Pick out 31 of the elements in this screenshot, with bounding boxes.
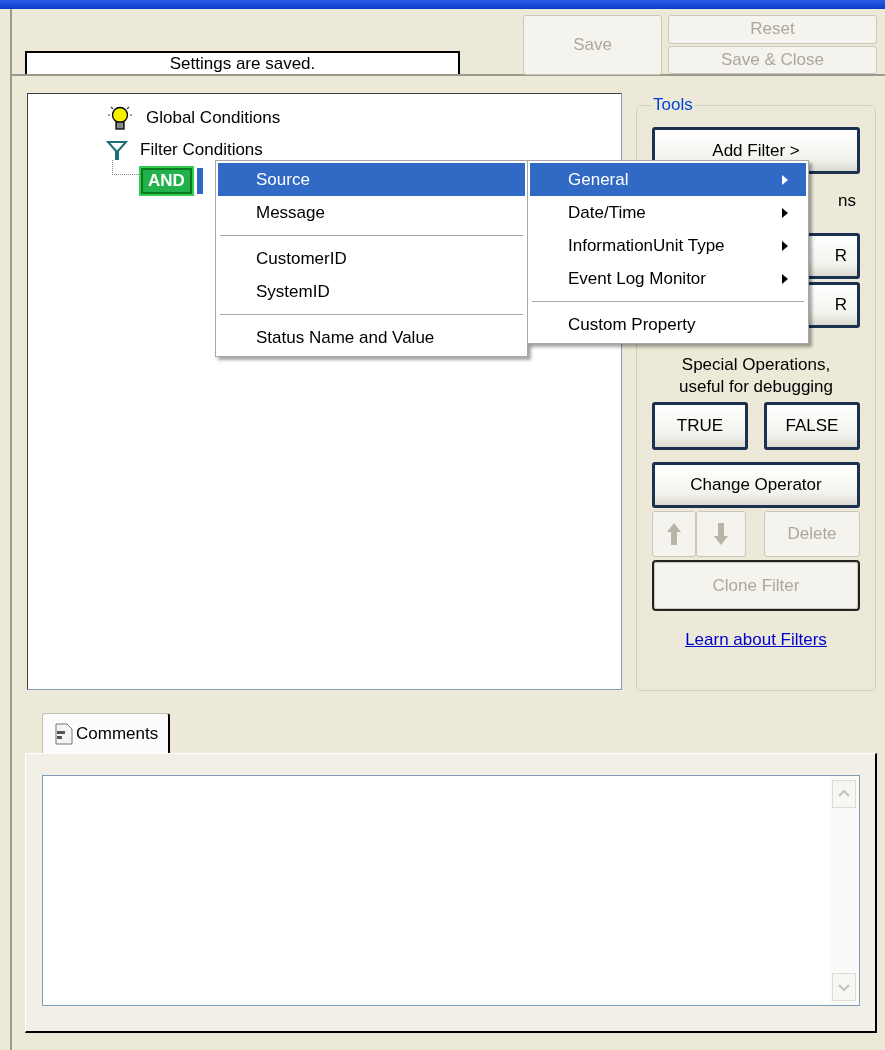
comments-tab[interactable]: Comments [42,713,171,753]
learn-link[interactable]: Learn about Filters [685,630,827,650]
menu-item[interactable]: Status Name and Value [218,321,525,354]
document-icon [55,722,73,745]
scroll-up-icon[interactable] [832,780,856,808]
scroll-down-icon[interactable] [832,973,856,1001]
up-arrow-icon [666,522,682,546]
funnel-icon [106,139,128,161]
menu-item[interactable]: Event Log Monitor [530,262,806,295]
menu-item[interactable]: Date/Time [530,196,806,229]
lightbulb-icon [106,104,134,132]
text-cursor [196,168,203,194]
tree-node[interactable]: Global Conditions [146,108,281,128]
section-note: useful for debugging [677,376,835,398]
change-operator-button[interactable]: Change Operator [652,462,860,508]
down-arrow-icon [713,522,729,546]
menu-item[interactable]: Custom Property [530,308,806,341]
status-message: Settings are saved. [25,51,460,74]
menu-item[interactable]: InformationUnit Type [530,229,806,262]
section-caption: Special Operations, [680,354,832,376]
menu-item[interactable]: Source [218,163,525,196]
constant-button[interactable]: TRUE [652,402,748,450]
constant-button[interactable]: FALSE [764,402,860,450]
caption-text: ns [837,190,857,212]
menu-item[interactable]: General [530,163,806,196]
menu-item[interactable]: CustomerID [218,242,525,275]
tree-node[interactable]: Filter Conditions [140,140,263,160]
menu-item[interactable]: SystemID [218,275,525,308]
comments-field[interactable] [42,775,860,1006]
menu-item[interactable]: Message [218,196,525,229]
group-title: Tools [652,95,694,115]
